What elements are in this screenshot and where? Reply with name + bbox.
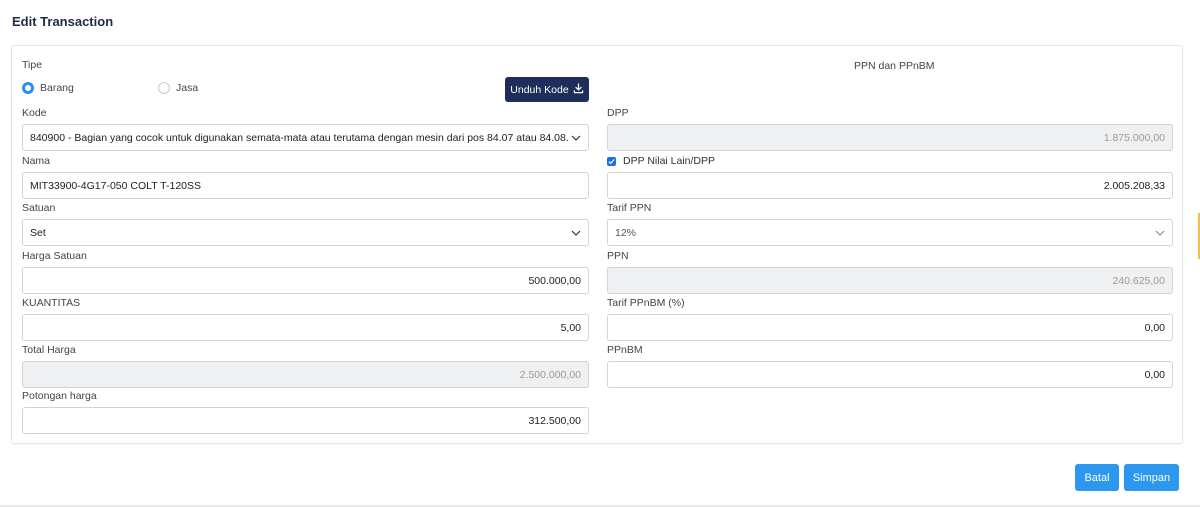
ppnbm-label: PPnBM bbox=[607, 344, 643, 356]
potongan-harga-label: Potongan harga bbox=[22, 390, 97, 402]
kuantitas-value: 5,00 bbox=[560, 321, 581, 334]
nama-value: MIT33900-4G17-050 COLT T-120SS bbox=[30, 179, 202, 192]
radio-barang-label: Barang bbox=[40, 82, 74, 94]
ppn-label: PPN bbox=[607, 250, 629, 262]
potongan-harga-value: 312.500,00 bbox=[528, 414, 581, 427]
ppnbm-input[interactable]: 0,00 bbox=[607, 361, 1173, 388]
tarif-ppn-label: Tarif PPN bbox=[607, 202, 652, 214]
dpp-nilai-lain-label: DPP Nilai Lain/DPP bbox=[623, 155, 716, 167]
satuan-select[interactable]: Set bbox=[22, 219, 589, 246]
radio-checked-icon bbox=[22, 82, 34, 94]
dpp-nilai-lain-checkbox[interactable]: DPP Nilai Lain/DPP bbox=[607, 155, 715, 167]
satuan-value: Set bbox=[30, 226, 46, 239]
tarif-ppnbm-value: 0,00 bbox=[1144, 321, 1165, 334]
kode-value: 840900 - Bagian yang cocok untuk digunak… bbox=[30, 131, 569, 144]
kuantitas-input[interactable]: 5,00 bbox=[22, 314, 589, 341]
dpp-value: 1.875.000,00 bbox=[1103, 131, 1165, 144]
modal-title: Edit Transaction bbox=[12, 14, 114, 29]
satuan-label: Satuan bbox=[22, 202, 56, 214]
tarif-ppn-select[interactable]: 12% bbox=[607, 219, 1173, 246]
radio-jasa[interactable]: Jasa bbox=[158, 82, 198, 94]
ppn-value: 240.625,00 bbox=[1112, 274, 1165, 287]
chevron-down-icon bbox=[1155, 228, 1165, 238]
batal-button[interactable]: Batal bbox=[1075, 464, 1119, 491]
dpp-nilai-lain-value: 2.005.208,33 bbox=[1103, 179, 1165, 192]
tarif-ppn-value: 12% bbox=[615, 226, 637, 239]
dpp-label: DPP bbox=[607, 107, 629, 119]
unduh-kode-label: Unduh Kode bbox=[510, 83, 569, 96]
simpan-button[interactable]: Simpan bbox=[1124, 464, 1179, 491]
kuantitas-label: KUANTITAS bbox=[22, 297, 81, 309]
harga-satuan-input[interactable]: 500.000,00 bbox=[22, 267, 589, 294]
nama-label: Nama bbox=[22, 155, 51, 167]
radio-jasa-label: Jasa bbox=[176, 82, 199, 94]
tarif-ppnbm-label: Tarif PPnBM (%) bbox=[607, 297, 685, 309]
ppnbm-value: 0,00 bbox=[1144, 368, 1165, 381]
kode-select[interactable]: 840900 - Bagian yang cocok untuk digunak… bbox=[22, 124, 589, 151]
harga-satuan-value: 500.000,00 bbox=[528, 274, 581, 287]
transaction-form-card: Tipe Barang Jasa Unduh Kode Kode 840900 … bbox=[11, 45, 1183, 444]
radio-unchecked-icon bbox=[158, 82, 170, 94]
download-icon bbox=[573, 82, 584, 97]
potongan-harga-input[interactable]: 312.500,00 bbox=[22, 407, 589, 434]
chevron-down-icon bbox=[571, 228, 581, 238]
ppn-input: 240.625,00 bbox=[607, 267, 1173, 294]
radio-barang[interactable]: Barang bbox=[22, 82, 74, 94]
total-harga-input: 2.500.000,00 bbox=[22, 361, 589, 388]
harga-satuan-label: Harga Satuan bbox=[22, 250, 87, 262]
ppn-section-title: PPN dan PPnBM bbox=[854, 60, 935, 72]
dpp-input: 1.875.000,00 bbox=[607, 124, 1173, 151]
tarif-ppnbm-input[interactable]: 0,00 bbox=[607, 314, 1173, 341]
dpp-nilai-lain-input[interactable]: 2.005.208,33 bbox=[607, 172, 1173, 199]
nama-input[interactable]: MIT33900-4G17-050 COLT T-120SS bbox=[22, 172, 589, 199]
kode-label: Kode bbox=[22, 107, 47, 119]
unduh-kode-button[interactable]: Unduh Kode bbox=[505, 77, 589, 102]
checkbox-checked-icon bbox=[607, 156, 616, 166]
tipe-label: Tipe bbox=[22, 59, 43, 71]
chevron-down-icon bbox=[571, 133, 581, 143]
total-harga-label: Total Harga bbox=[22, 344, 76, 356]
total-harga-value: 2.500.000,00 bbox=[519, 368, 581, 381]
